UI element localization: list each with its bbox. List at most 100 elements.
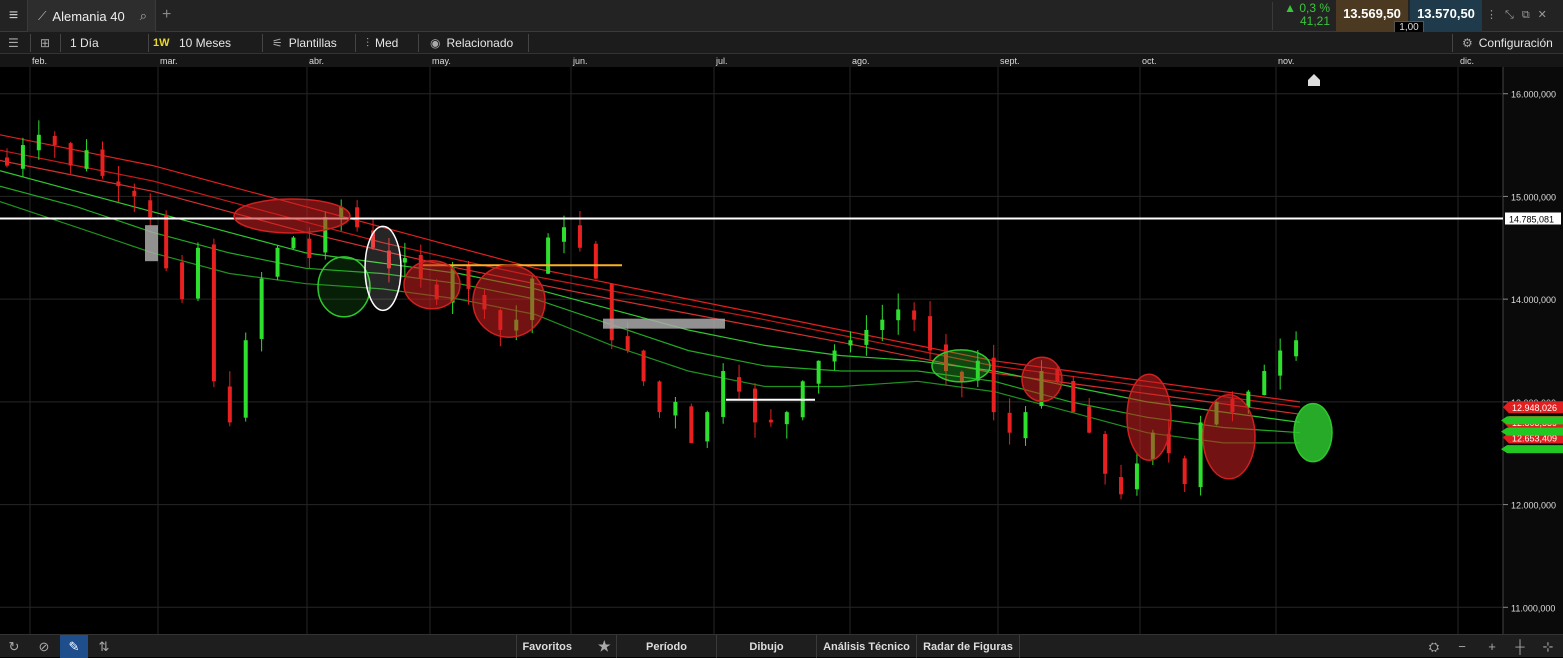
period-tab[interactable]: Período	[616, 635, 716, 658]
candle-body	[1134, 463, 1139, 490]
candle-body	[402, 258, 407, 263]
candle-body	[673, 401, 678, 416]
candle-body	[1071, 380, 1076, 413]
price-chart[interactable]: feb. mar. abr. may. jun. jul. ago. sept. oct. nov…	[0, 54, 1563, 634]
crosshair-icon[interactable]: ┼	[1506, 635, 1534, 658]
instrument-tab[interactable]: ⟋ Alemania 40 ⌕	[28, 0, 156, 32]
x-tick-label: dic.	[1460, 56, 1474, 66]
highlight-ellipse	[1202, 394, 1256, 480]
candle-body	[1246, 391, 1251, 408]
candle-body	[100, 149, 105, 176]
range-select[interactable]: 10 Meses	[179, 32, 231, 54]
x-tick-label: nov.	[1278, 56, 1294, 66]
candle-body	[928, 316, 933, 351]
price-type-button[interactable]: ⫶ Med	[366, 32, 398, 54]
zoom-in-icon[interactable]: +	[1478, 635, 1506, 658]
candle-body	[275, 247, 280, 277]
candle-body	[768, 419, 773, 423]
candle-body	[896, 309, 901, 321]
candle-body	[307, 238, 312, 259]
ma-green-tag	[1501, 445, 1563, 454]
y-tick-label: 11.000,000	[1511, 603, 1555, 613]
eye-icon: ◉	[430, 36, 441, 50]
x-tick-label: ago.	[852, 56, 870, 66]
instrument-name: Alemania 40	[52, 8, 125, 24]
list-icon[interactable]: ☰	[8, 32, 25, 54]
candle-body	[1023, 412, 1028, 439]
layout-icon[interactable]: ⊞	[40, 32, 56, 54]
favorites-tab[interactable]: Favoritos ★	[516, 635, 616, 658]
highlight-ellipse	[317, 256, 371, 318]
candle-body	[641, 350, 646, 382]
candle-body	[546, 237, 551, 274]
time-axis-strip	[0, 54, 1563, 67]
chart-toolbar: ☰ ⊞ 1 Día 1W 10 Meses ⚟ Plantillas ⫶ Med ◉…	[0, 32, 1563, 54]
candle-body	[864, 329, 869, 345]
candle-body	[195, 247, 200, 299]
top-bar: ≡ ⟋ Alemania 40 ⌕ + ▲ 0,3 % 41,21 13.569…	[0, 0, 1563, 33]
star-icon[interactable]: ★	[598, 638, 611, 655]
pattern-radar-tab[interactable]: Radar de Figuras	[916, 635, 1020, 658]
candle-body	[625, 336, 630, 351]
drag-icon[interactable]: ⋮	[1486, 9, 1505, 21]
window-controls[interactable]: ⋮⤡⧉✕	[1486, 8, 1555, 22]
chart-line-icon: ⟋	[38, 8, 47, 23]
level-label: 14.785,081	[1509, 214, 1554, 224]
gear-icon: ⚙	[1462, 36, 1473, 50]
candle-body	[5, 157, 9, 166]
change-box: ▲ 0,3 % 41,21	[1272, 2, 1334, 30]
collapse-icon[interactable]: ⤡	[1505, 9, 1522, 21]
templates-button[interactable]: ⚟ Plantillas	[272, 32, 337, 54]
candle-body	[848, 340, 853, 346]
refresh-icon[interactable]: ↻	[0, 635, 28, 658]
x-tick-label: oct.	[1142, 56, 1157, 66]
technical-analysis-tab[interactable]: Análisis Técnico	[816, 635, 916, 658]
candle-body	[116, 181, 121, 187]
x-tick-label: jul.	[715, 56, 728, 66]
x-tick-label: feb.	[32, 56, 47, 66]
candle-body	[291, 237, 296, 249]
tools-icon[interactable]: ⛭	[1420, 635, 1448, 658]
change-abs: 41,21	[1299, 14, 1330, 28]
chart-area[interactable]: feb. mar. abr. may. jun. jul. ago. sept. oct. nov…	[0, 54, 1563, 634]
candle-body	[752, 388, 757, 423]
pencil-icon[interactable]: ✎	[60, 635, 88, 658]
settings-button[interactable]: ⚙ Configuración	[1462, 32, 1553, 54]
price-type-label: Med	[375, 36, 399, 50]
candle-body	[880, 319, 885, 330]
ma-price-label: 12.948,026	[1512, 403, 1557, 413]
popout-icon[interactable]: ⧉	[1522, 9, 1538, 21]
highlight-ellipse	[931, 349, 991, 383]
interval-select[interactable]: 1 Día	[70, 32, 99, 54]
sort-icon[interactable]: ⇅	[90, 635, 118, 658]
candle-body	[609, 283, 614, 341]
candle-body	[657, 381, 662, 413]
candle-body	[259, 278, 264, 339]
highlight-ellipse	[1021, 356, 1063, 403]
no-draw-icon[interactable]: ⊘	[30, 635, 58, 658]
candle-body	[1294, 340, 1299, 357]
change-pct: 0,3 %	[1299, 1, 1330, 15]
search-icon[interactable]: ⌕	[140, 8, 147, 24]
zoom-out-icon[interactable]: −	[1448, 635, 1476, 658]
templates-label: Plantillas	[288, 36, 337, 50]
add-tab-icon[interactable]: +	[162, 6, 171, 24]
y-tick-label: 15.000,000	[1511, 192, 1556, 202]
period-badge[interactable]: 1W	[153, 32, 170, 54]
candle-body	[737, 377, 742, 392]
highlight-ellipse	[1293, 402, 1333, 463]
highlight-ellipse	[364, 225, 402, 312]
candle-body	[243, 340, 248, 418]
settings-label: Configuración	[1478, 36, 1553, 50]
fullscreen-icon[interactable]: ⊹	[1534, 635, 1562, 658]
close-icon[interactable]: ✕	[1538, 9, 1555, 21]
candle-body	[211, 244, 216, 382]
x-tick-label: may.	[432, 56, 451, 66]
hamburger-icon[interactable]: ≡	[0, 0, 28, 32]
ma-green-tag	[1501, 416, 1563, 425]
candle-body	[991, 357, 996, 413]
drawing-tab[interactable]: Dibujo	[716, 635, 816, 658]
favorites-label: Favoritos	[522, 640, 572, 653]
related-button[interactable]: ◉ Relacionado	[430, 32, 513, 54]
x-tick-label: abr.	[309, 56, 324, 66]
